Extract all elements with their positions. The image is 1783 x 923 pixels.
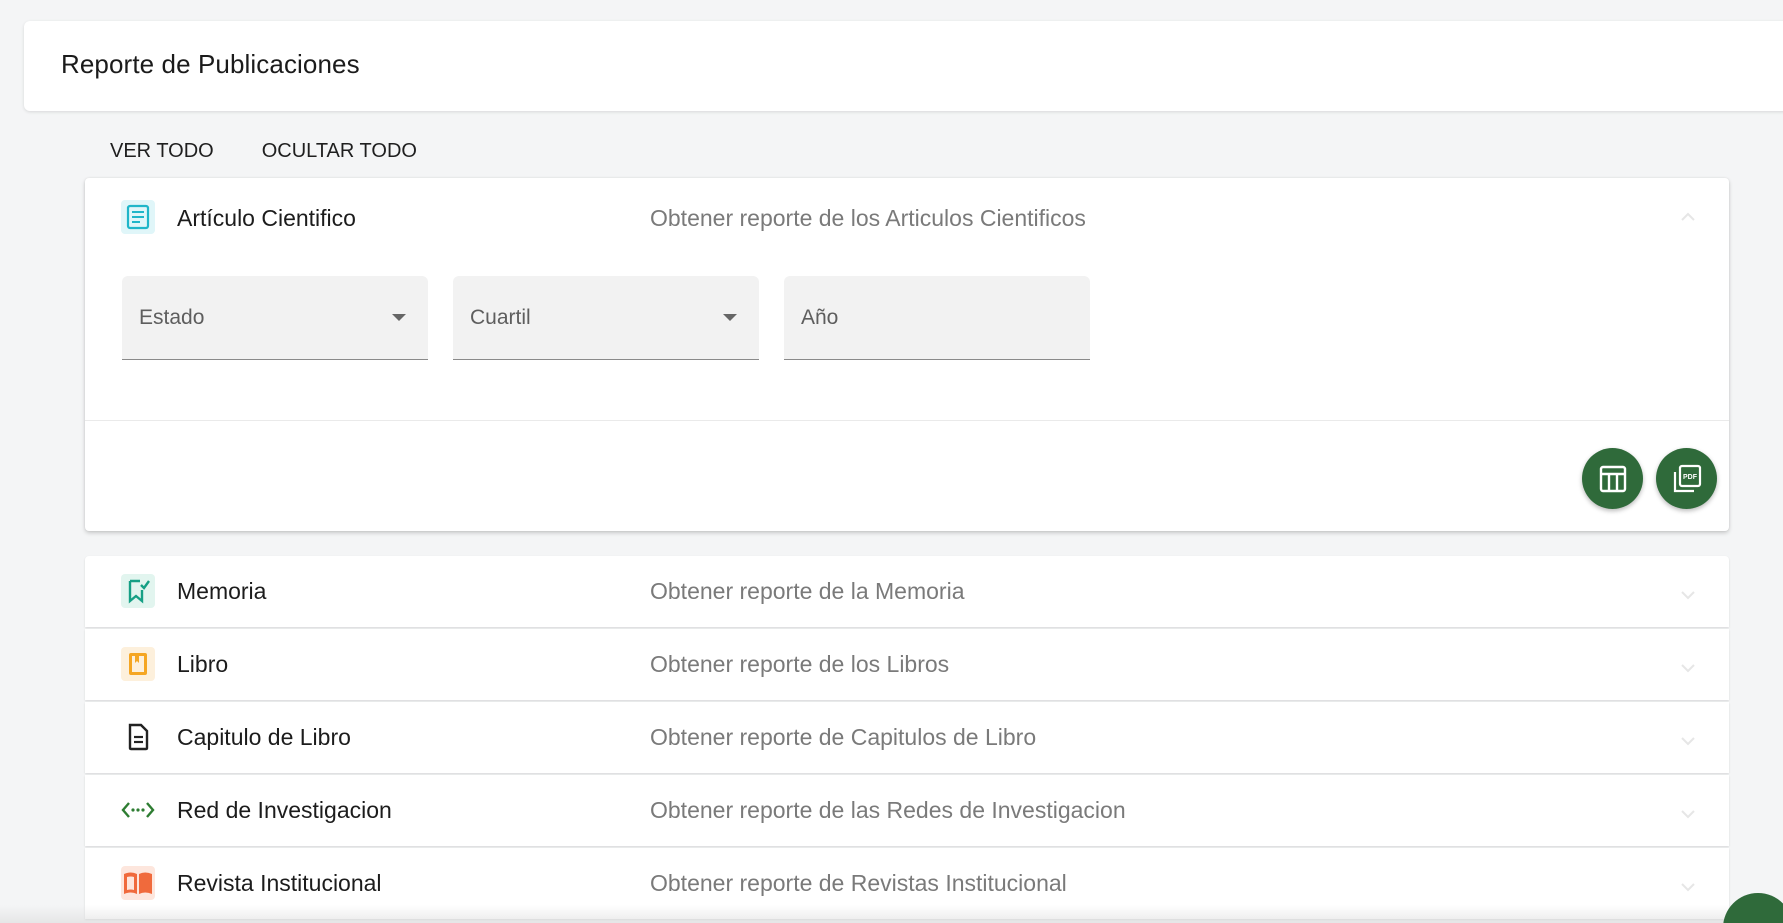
- panel-title: Memoria: [177, 578, 267, 604]
- panel-title: Revista Institucional: [177, 870, 382, 896]
- anio-label: Año: [801, 306, 839, 329]
- panel-description: Obtener reporte de la Memoria: [650, 578, 965, 604]
- chevron-down-icon[interactable]: [1677, 730, 1699, 752]
- document-icon: [121, 720, 155, 754]
- estado-select[interactable]: Estado: [122, 276, 428, 360]
- bottom-shadow: [0, 905, 1783, 923]
- panel-description: Obtener reporte de Capitulos de Libro: [650, 724, 1037, 750]
- hide-all-button[interactable]: OCULTAR TODO: [248, 138, 431, 166]
- svg-text:PDF: PDF: [1683, 474, 1698, 481]
- dropdown-arrow-icon: [723, 314, 737, 321]
- panel-articulo-cientifico: Artículo Cientifico Obtener reporte de l…: [85, 178, 1729, 531]
- export-pdf-button[interactable]: PDF: [1656, 448, 1717, 509]
- page-title: Reporte de Publicaciones: [61, 49, 360, 79]
- panel-list: Memoria Obtener reporte de la Memoria Li…: [85, 556, 1729, 921]
- open-book-icon: [121, 866, 155, 900]
- panel-memoria[interactable]: Memoria Obtener reporte de la Memoria: [85, 556, 1729, 627]
- article-icon: [121, 200, 155, 234]
- filter-row: Estado Cuartil Año: [122, 276, 1115, 360]
- chevron-down-icon[interactable]: [1677, 657, 1699, 679]
- panel-red-investigacion[interactable]: Red de Investigacion Obtener reporte de …: [85, 775, 1729, 846]
- panel-divider: [85, 420, 1729, 421]
- floating-action-button[interactable]: [1723, 893, 1783, 923]
- panel-libro[interactable]: Libro Obtener reporte de los Libros: [85, 629, 1729, 700]
- panel-description: Obtener reporte de las Redes de Investig…: [650, 797, 1126, 823]
- panel-header-articulo[interactable]: Artículo Cientifico Obtener reporte de l…: [85, 200, 1729, 250]
- cuartil-label: Cuartil: [470, 306, 531, 329]
- dropdown-arrow-icon: [392, 314, 406, 321]
- panel-description: Obtener reporte de Revistas Instituciona…: [650, 870, 1067, 896]
- panel-capitulo-libro[interactable]: Capitulo de Libro Obtener reporte de Cap…: [85, 702, 1729, 773]
- book-icon: [121, 647, 155, 681]
- bookmark-check-icon: [121, 574, 155, 608]
- show-all-button[interactable]: VER TODO: [96, 138, 228, 166]
- pdf-icon: PDF: [1673, 464, 1701, 492]
- chevron-down-icon[interactable]: [1677, 584, 1699, 606]
- chevron-down-icon[interactable]: [1677, 803, 1699, 825]
- expand-toolbar: VER TODO OCULTAR TODO: [96, 138, 451, 166]
- panel-description: Obtener reporte de los Libros: [650, 651, 950, 677]
- panel-title: Capitulo de Libro: [177, 724, 351, 750]
- page-header: Reporte de Publicaciones: [24, 21, 1783, 111]
- panel-title: Artículo Cientifico: [177, 205, 356, 231]
- panel-description: Obtener reporte de los Articulos Cientif…: [650, 205, 1086, 231]
- export-table-button[interactable]: [1582, 448, 1643, 509]
- network-icon: [121, 793, 155, 827]
- estado-label: Estado: [139, 306, 205, 329]
- cuartil-select[interactable]: Cuartil: [453, 276, 759, 360]
- chevron-down-icon[interactable]: [1677, 876, 1699, 898]
- panel-title: Libro: [177, 651, 229, 677]
- panel-title: Red de Investigacion: [177, 797, 392, 823]
- chevron-up-icon[interactable]: [1677, 206, 1699, 228]
- table-icon: [1599, 465, 1626, 492]
- anio-input[interactable]: Año: [784, 276, 1090, 360]
